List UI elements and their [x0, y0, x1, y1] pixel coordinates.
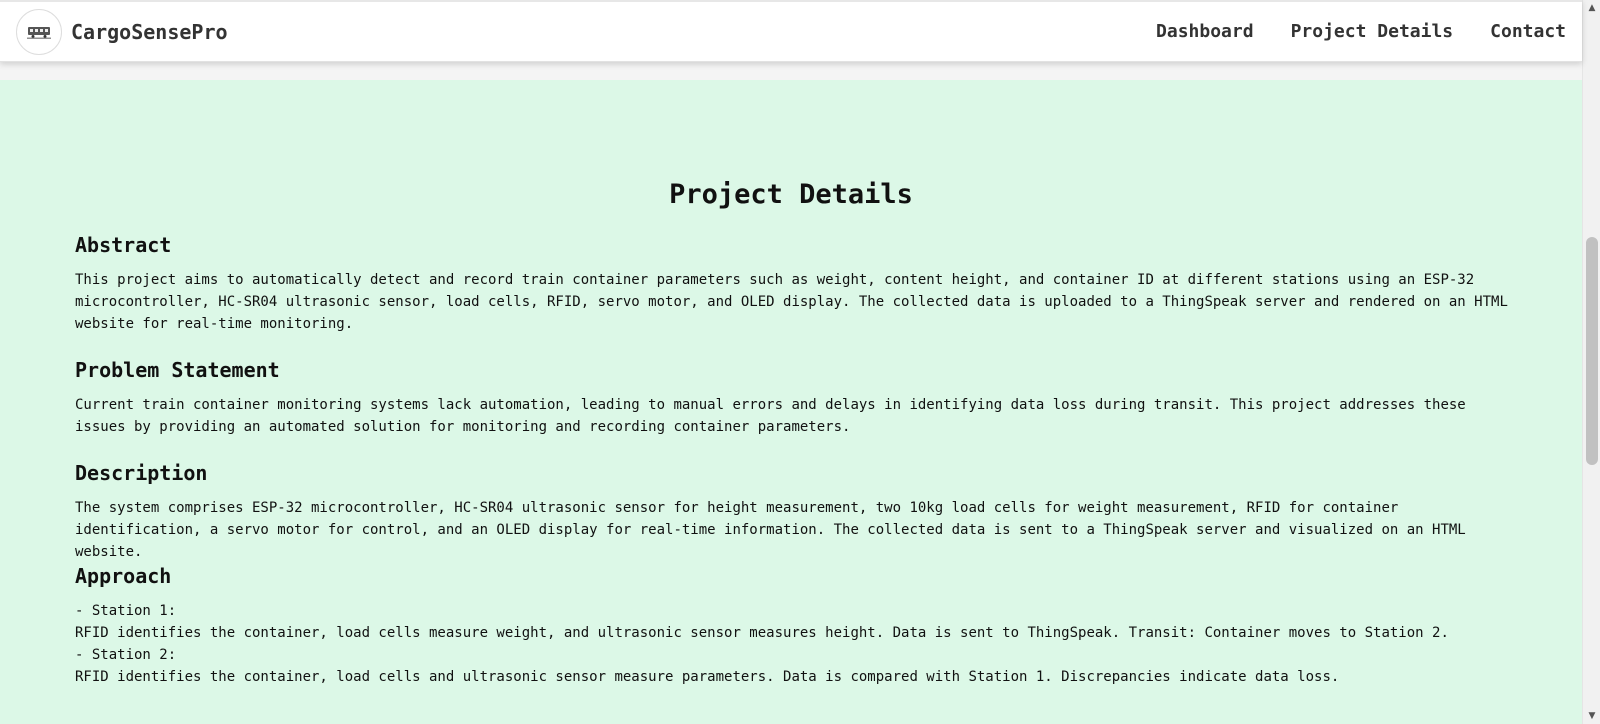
description-heading: Description	[75, 461, 208, 485]
approach-station-one-label: - Station 1:	[75, 603, 177, 619]
top-navbar: CargoSensePro Dashboard Project Details …	[0, 0, 1582, 62]
approach-heading: Approach	[75, 564, 172, 588]
browser-viewport: CargoSensePro Dashboard Project Details …	[0, 0, 1600, 724]
approach-section: Approach - Station 1: RFID identifies th…	[75, 564, 1515, 688]
nav-contact-link[interactable]: Contact	[1490, 21, 1566, 42]
vertical-scrollbar[interactable]: ▲ ▼	[1582, 0, 1600, 724]
brand-name[interactable]: CargoSensePro	[71, 20, 228, 44]
main-navigation: Dashboard Project Details Contact	[1156, 21, 1566, 42]
abstract-heading: Abstract	[75, 233, 172, 257]
scrollbar-thumb[interactable]	[1586, 237, 1598, 465]
problem-statement-text: Current train container monitoring syste…	[75, 397, 1466, 435]
abstract-section: Abstract This project aims to automatica…	[75, 233, 1515, 335]
problem-statement-heading: Problem Statement	[75, 358, 280, 382]
page-title: Project Details	[669, 179, 913, 210]
nav-dashboard-link[interactable]: Dashboard	[1156, 21, 1254, 42]
description-text: The system comprises ESP-32 microcontrol…	[75, 500, 1466, 560]
project-details-content: Project Details Abstract This project ai…	[0, 80, 1582, 724]
train-icon[interactable]	[16, 9, 62, 55]
scroll-down-arrow-icon[interactable]: ▼	[1583, 708, 1600, 724]
problem-statement-section: Problem Statement Current train containe…	[75, 358, 1515, 438]
scroll-up-arrow-icon[interactable]: ▲	[1583, 0, 1600, 16]
description-section: Description The system comprises ESP-32 …	[75, 461, 1515, 563]
nav-project-details-link[interactable]: Project Details	[1291, 21, 1454, 42]
abstract-text: This project aims to automatically detec…	[75, 272, 1508, 332]
brand[interactable]: CargoSensePro	[16, 9, 228, 55]
approach-station-two-label: - Station 2:	[75, 647, 177, 663]
approach-station-one-text: RFID identifies the container, load cell…	[75, 625, 1449, 641]
approach-station-two-text: RFID identifies the container, load cell…	[75, 669, 1340, 685]
